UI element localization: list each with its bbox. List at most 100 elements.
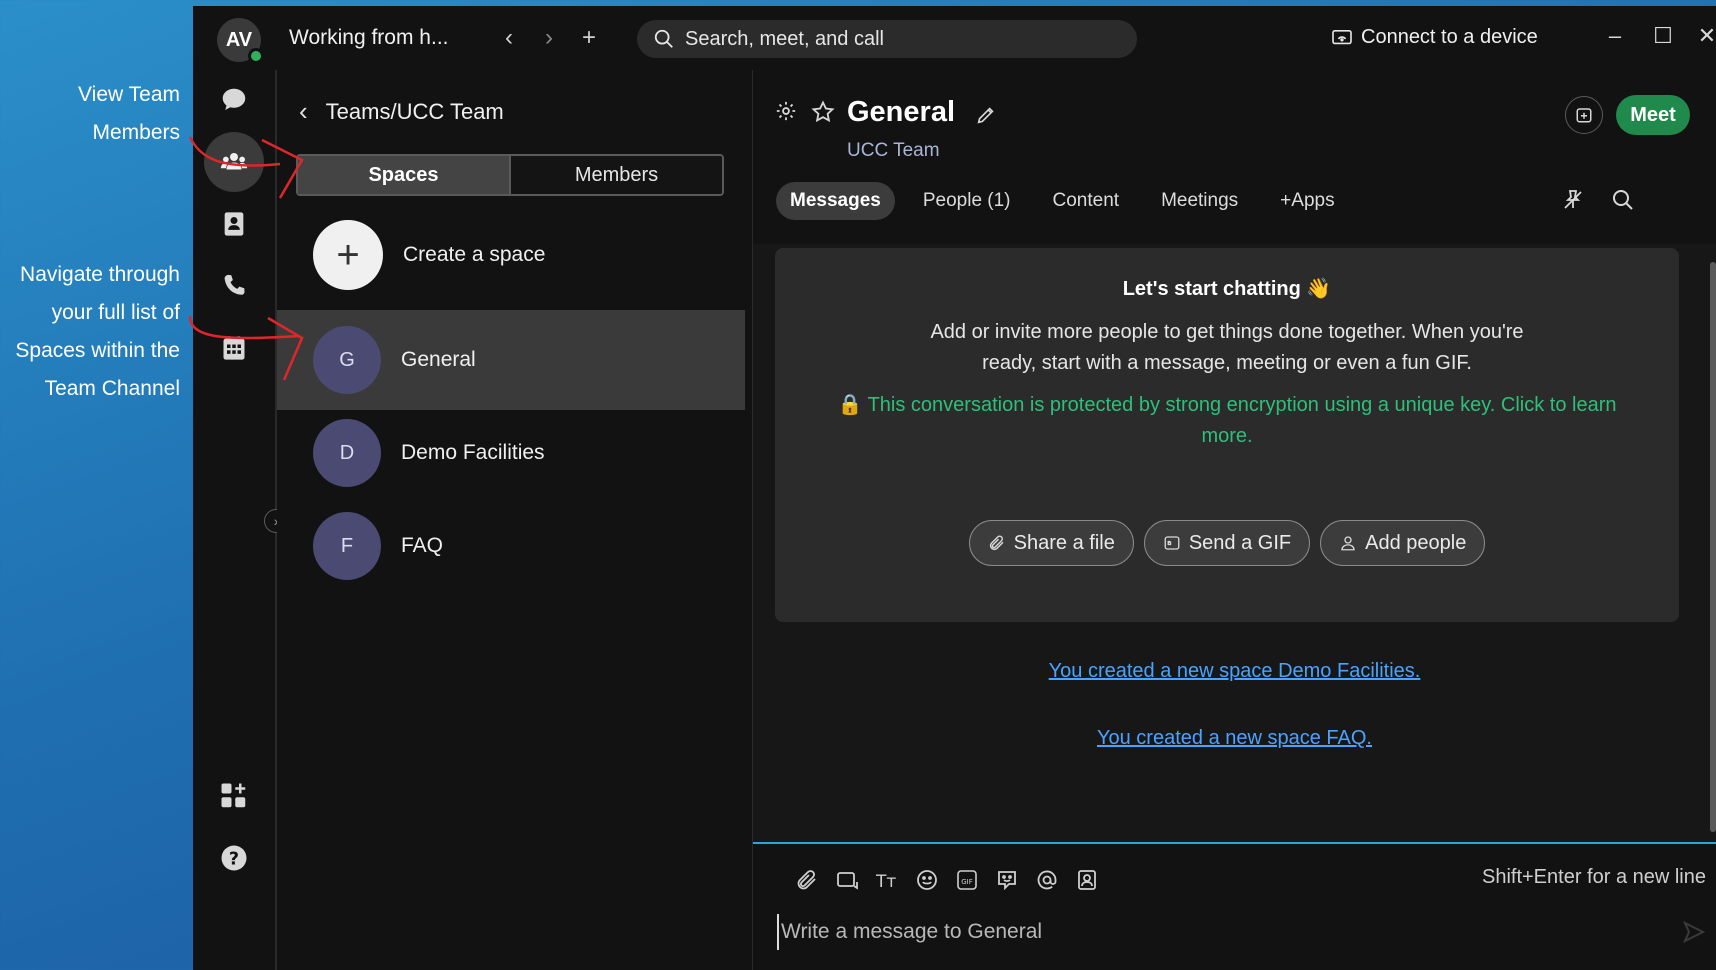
contacts-icon[interactable] xyxy=(204,194,264,254)
tab-people[interactable]: People (1) xyxy=(909,182,1025,220)
welcome-body: Add or invite more people to get things … xyxy=(930,321,1524,374)
calendar-icon[interactable] xyxy=(204,318,264,378)
svg-text:Tт: Tт xyxy=(875,872,896,892)
plus-icon[interactable]: + xyxy=(574,20,604,56)
page-title: General xyxy=(847,96,955,128)
back-icon[interactable]: ‹ xyxy=(494,20,524,56)
attachment-icon[interactable] xyxy=(793,866,821,894)
title-bar: AV Working from h... ‹ › + Search, meet,… xyxy=(193,6,1716,70)
status-text[interactable]: Working from h... xyxy=(289,26,449,50)
encryption-notice[interactable]: 🔒 This conversation is protected by stro… xyxy=(775,390,1679,452)
space-subtitle[interactable]: UCC Team xyxy=(847,140,940,162)
annotation-line: Navigate through xyxy=(20,263,180,286)
space-tabs: Messages People (1) Content Meetings +Ap… xyxy=(776,182,1363,220)
chat-icon[interactable] xyxy=(204,70,264,130)
annotation-line: Spaces within the xyxy=(15,339,180,362)
tab-apps[interactable]: +Apps xyxy=(1266,182,1348,220)
space-name: General xyxy=(401,348,476,371)
space-header: General UCC Team Meet Messages People (1… xyxy=(753,70,1716,244)
search-icon xyxy=(654,29,673,48)
meet-button[interactable]: Meet xyxy=(1616,95,1690,135)
add-people-label: Add people xyxy=(1365,531,1467,554)
pin-icon[interactable] xyxy=(1561,188,1585,212)
message-composer: Tт GIF Shift+Enter for a new line xyxy=(753,842,1716,970)
text-format-icon[interactable]: Tт xyxy=(873,866,901,894)
person-icon xyxy=(1341,536,1355,551)
forward-icon[interactable]: › xyxy=(534,20,564,56)
apps-icon[interactable] xyxy=(204,766,264,826)
connect-label: Connect to a device xyxy=(1361,26,1538,48)
tab-messages[interactable]: Messages xyxy=(776,182,895,220)
tab-content[interactable]: Content xyxy=(1039,182,1134,220)
annotation-line: your full list of xyxy=(51,301,180,324)
screen-capture-icon[interactable] xyxy=(833,866,861,894)
add-people-button[interactable]: Add people xyxy=(1320,520,1486,566)
list-item[interactable]: F FAQ xyxy=(277,496,745,596)
system-message-link[interactable]: You created a new space Demo Facilities. xyxy=(753,660,1716,683)
annotation-line: Members xyxy=(92,121,180,144)
send-gif-button[interactable]: Send a GIF xyxy=(1143,520,1311,566)
scrollbar[interactable] xyxy=(1710,262,1716,832)
search-placeholder: Search, meet, and call xyxy=(685,27,884,50)
help-icon[interactable]: ? xyxy=(204,828,264,888)
search-icon[interactable] xyxy=(1611,188,1635,212)
annotation-view-members: View Team Members xyxy=(0,76,180,152)
gear-icon[interactable] xyxy=(775,100,797,122)
welcome-card: Let's start chatting 👋 Add or invite mor… xyxy=(775,248,1679,622)
space-avatar: F xyxy=(313,512,381,580)
annotation-line: View Team xyxy=(78,83,180,106)
share-file-label: Share a file xyxy=(1013,531,1115,554)
space-name: Demo Facilities xyxy=(401,441,545,464)
space-content: General UCC Team Meet Messages People (1… xyxy=(752,70,1716,970)
space-avatar: G xyxy=(313,326,381,394)
device-icon xyxy=(1332,29,1352,44)
space-avatar: D xyxy=(313,419,381,487)
system-message-link[interactable]: You created a new space FAQ. xyxy=(753,727,1716,750)
annotation-navigate-spaces: Navigate through your full list of Space… xyxy=(0,256,180,408)
search-input[interactable]: Search, meet, and call xyxy=(637,20,1137,58)
send-gif-label: Send a GIF xyxy=(1188,531,1292,554)
tab-meetings[interactable]: Meetings xyxy=(1147,182,1252,220)
list-item[interactable]: D Demo Facilities xyxy=(277,403,745,503)
welcome-actions: Share a file Send a GIF Add people xyxy=(775,520,1679,566)
navigation-rail: ? xyxy=(193,70,275,970)
avatar[interactable]: AV xyxy=(217,18,264,64)
breadcrumb: ‹ Teams/UCC Team xyxy=(299,96,504,127)
avatar-initials: AV xyxy=(225,28,253,51)
header-icons xyxy=(775,100,835,124)
composer-hint: Shift+Enter for a new line xyxy=(1481,866,1706,888)
team-spaces-panel: ‹ Teams/UCC Team Spaces Members + Create… xyxy=(277,70,745,970)
share-file-button[interactable]: Share a file xyxy=(968,520,1134,566)
spaces-members-toggle: Spaces Members xyxy=(296,154,724,196)
maximize-icon[interactable]: ☐ xyxy=(1645,18,1681,54)
space-name: FAQ xyxy=(401,534,444,557)
list-item[interactable]: G General xyxy=(277,310,745,410)
sticker-icon[interactable] xyxy=(993,866,1021,894)
close-icon[interactable]: ✕ xyxy=(1689,18,1716,54)
contact-card-icon[interactable] xyxy=(1073,866,1101,894)
attachment-icon xyxy=(989,535,1004,551)
create-space-button[interactable]: + Create a space xyxy=(277,210,745,300)
minimize-icon[interactable]: – xyxy=(1597,18,1633,54)
star-icon[interactable] xyxy=(811,100,835,124)
tab-spaces[interactable]: Spaces xyxy=(298,156,509,194)
breadcrumb-text: Teams/UCC Team xyxy=(325,98,504,124)
mention-icon[interactable] xyxy=(1033,866,1061,894)
teams-icon[interactable] xyxy=(204,132,264,192)
calls-icon[interactable] xyxy=(204,256,264,316)
tab-members[interactable]: Members xyxy=(509,156,722,194)
emoji-icon[interactable] xyxy=(913,866,941,894)
webex-window: AV Working from h... ‹ › + Search, meet,… xyxy=(193,6,1716,970)
svg-text:?: ? xyxy=(229,849,239,869)
add-to-calendar-icon xyxy=(1576,108,1592,123)
plus-icon: + xyxy=(313,220,383,290)
gif-icon[interactable]: GIF xyxy=(953,866,981,894)
connect-device-button[interactable]: Connect to a device xyxy=(1331,26,1538,49)
add-app-button[interactable] xyxy=(1565,96,1603,134)
send-icon[interactable] xyxy=(1682,920,1706,944)
presence-indicator xyxy=(248,48,264,64)
back-icon[interactable]: ‹ xyxy=(299,96,308,127)
create-space-label: Create a space xyxy=(403,243,546,266)
message-input[interactable] xyxy=(777,914,1577,950)
edit-icon[interactable] xyxy=(975,104,997,126)
